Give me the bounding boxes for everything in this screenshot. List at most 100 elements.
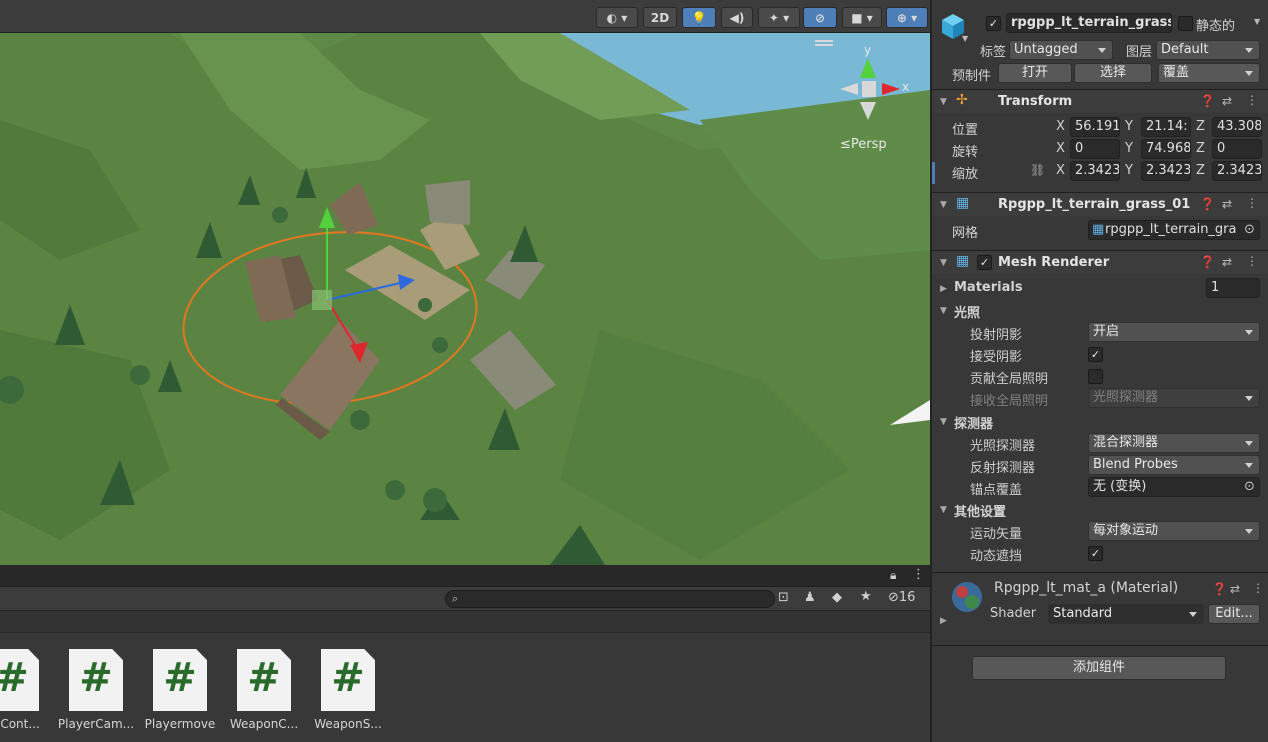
rotation-z-field[interactable]: 0: [1212, 139, 1262, 159]
2d-toggle[interactable]: 2D: [643, 7, 677, 28]
foldout-icon[interactable]: ▼: [940, 97, 947, 107]
prefab-select-button[interactable]: 选择: [1074, 63, 1152, 83]
shading-mode-button[interactable]: ◐ ▾: [596, 7, 638, 28]
materials-foldout-icon[interactable]: ▶: [940, 284, 947, 294]
visibility-toggle[interactable]: ⊘: [803, 7, 837, 28]
icon-dropdown-icon[interactable]: ▼: [962, 34, 968, 43]
asset-name: WeaponS...: [314, 717, 382, 731]
type-filter-icon[interactable]: ♟: [804, 590, 816, 605]
light-probes-dropdown[interactable]: 混合探测器: [1088, 433, 1260, 453]
shader-dropdown[interactable]: Standard: [1048, 604, 1204, 624]
asset-name: Playermove: [144, 717, 216, 731]
favorite-star-icon[interactable]: ★: [860, 589, 872, 604]
asset-item[interactable]: # PlayerCam...: [54, 649, 138, 731]
asset-item[interactable]: # Playermove: [138, 649, 222, 731]
object-name-field[interactable]: rpgpp_lt_terrain_grass_: [1006, 13, 1172, 33]
search-input[interactable]: ⌕: [445, 590, 775, 608]
lighting-section: 光照: [954, 306, 981, 321]
probes-foldout-icon[interactable]: ▼: [940, 417, 947, 427]
position-z-field[interactable]: 43.308: [1212, 117, 1262, 137]
rotation-y-field[interactable]: 74.968: [1141, 139, 1191, 159]
add-component-button[interactable]: 添加组件: [972, 656, 1226, 680]
lock-icon[interactable]: 🔒︎: [890, 568, 896, 583]
mesh-renderer-title: Mesh Renderer: [998, 255, 1110, 270]
constrain-proportions-icon[interactable]: ⛓: [1030, 163, 1045, 177]
prefab-open-button[interactable]: 打开: [998, 63, 1072, 83]
asset-item[interactable]: # WeaponS...: [306, 649, 390, 731]
search-icon: ⌕: [452, 592, 459, 605]
transform-icon: ✢: [956, 92, 968, 108]
asset-item[interactable]: # WeaponC...: [222, 649, 306, 731]
dynamic-occlusion-checkbox[interactable]: ✓: [1088, 546, 1103, 561]
effects-button[interactable]: ✦ ▾: [758, 7, 800, 28]
object-picker-icon[interactable]: ⊙: [1244, 222, 1255, 237]
label-filter-icon[interactable]: ◆: [832, 590, 842, 605]
scale-x-field[interactable]: 2.3423: [1070, 161, 1120, 181]
preset-icon[interactable]: ⇄: [1222, 94, 1232, 108]
shader-edit-button[interactable]: Edit...: [1208, 604, 1260, 624]
receive-shadows-checkbox[interactable]: ✓: [1088, 347, 1103, 362]
position-y-field[interactable]: 21.14:: [1141, 117, 1191, 137]
anchor-override-label: 锚点覆盖: [970, 483, 1023, 498]
lighting-toggle[interactable]: 💡: [682, 7, 716, 28]
preset-icon[interactable]: ⇄: [1230, 582, 1240, 596]
mesh-renderer-enabled-checkbox[interactable]: ✓: [977, 255, 992, 270]
cast-shadows-dropdown[interactable]: 开启: [1088, 322, 1260, 342]
more-menu-icon[interactable]: ⋮: [1252, 581, 1264, 595]
anchor-override-field[interactable]: 无 (变换): [1088, 477, 1260, 497]
csharp-script-icon: #: [321, 649, 375, 711]
more-menu-icon[interactable]: ⋮: [1246, 93, 1258, 107]
motion-vectors-dropdown[interactable]: 每对象运动: [1088, 521, 1260, 541]
gizmos-button[interactable]: ⊕ ▾: [886, 7, 928, 28]
static-checkbox[interactable]: [1178, 16, 1193, 31]
mesh-object-field[interactable]: ▦ rpgpp_lt_terrain_gra: [1088, 220, 1260, 240]
layer-label: 图层: [1126, 45, 1153, 60]
search-filter-icon[interactable]: ⊡: [778, 590, 789, 605]
help-icon[interactable]: ❓: [1200, 197, 1215, 211]
materials-count-field[interactable]: 1: [1206, 278, 1260, 298]
more-menu-icon[interactable]: ⋮: [1246, 196, 1258, 210]
position-x-field[interactable]: 56.191: [1070, 117, 1120, 137]
scale-y-field[interactable]: 2.3423: [1141, 161, 1191, 181]
csharp-script-icon: #: [69, 649, 123, 711]
foldout-icon[interactable]: ▼: [940, 258, 947, 268]
more-menu-icon[interactable]: ⋮: [1246, 254, 1258, 268]
mesh-filter-header[interactable]: ▼ ▦ Rpgpp_lt_terrain_grass_01 (I ❓ ⇄ ⋮: [932, 192, 1268, 216]
axis-z-label: Z: [1196, 141, 1205, 156]
material-foldout-icon[interactable]: ▶: [940, 616, 947, 626]
layer-dropdown[interactable]: Default: [1156, 40, 1260, 60]
prefab-overrides-dropdown[interactable]: 覆盖: [1158, 63, 1260, 83]
tag-dropdown[interactable]: Untagged: [1009, 40, 1113, 60]
eye-slash-icon: ⊘: [888, 590, 899, 605]
scene-toolbar: ◐ ▾ 2D 💡 ◀) ✦ ▾ ⊘ ■ ▾ ⊕ ▾: [0, 0, 930, 33]
preset-icon[interactable]: ⇄: [1222, 197, 1232, 211]
scene-view[interactable]: y x ≤Persp ◐ ▾ 2D 💡 ◀) ✦ ▾ ⊘ ■ ▾ ⊕ ▾: [0, 0, 930, 565]
transform-header[interactable]: ▼ ✢ Transform ❓ ⇄ ⋮: [932, 89, 1268, 113]
foldout-icon[interactable]: ▼: [940, 200, 947, 210]
reflection-probes-dropdown[interactable]: Blend Probes: [1088, 455, 1260, 475]
lighting-foldout-icon[interactable]: ▼: [940, 306, 947, 316]
axis-z-label: Z: [1196, 163, 1205, 178]
preset-icon[interactable]: ⇄: [1222, 255, 1232, 269]
audio-toggle[interactable]: ◀): [721, 7, 753, 28]
additional-settings-foldout-icon[interactable]: ▼: [940, 505, 947, 515]
help-icon[interactable]: ❓: [1212, 582, 1227, 596]
hidden-count: 16: [898, 590, 916, 605]
help-icon[interactable]: ❓: [1200, 255, 1215, 269]
more-menu-icon[interactable]: ⋮: [912, 567, 925, 582]
hidden-packages-toggle[interactable]: ⊘16: [888, 590, 915, 605]
scene-render[interactable]: [0, 0, 930, 565]
contribute-gi-checkbox[interactable]: [1088, 369, 1103, 384]
help-icon[interactable]: ❓: [1200, 94, 1215, 108]
perspective-toggle[interactable]: ≤Persp: [840, 137, 887, 152]
scale-z-field[interactable]: 2.3423: [1212, 161, 1262, 181]
camera-button[interactable]: ■ ▾: [842, 7, 882, 28]
rotation-x-field[interactable]: 0: [1070, 139, 1120, 159]
mesh-renderer-header[interactable]: ▼ ▦ ✓ Mesh Renderer ❓ ⇄ ⋮: [932, 250, 1268, 274]
camera-icon: ■ ▾: [851, 10, 873, 25]
axis-x-label: X: [1056, 141, 1065, 156]
object-picker-icon[interactable]: ⊙: [1244, 479, 1255, 494]
static-dropdown-icon[interactable]: ▼: [1254, 17, 1260, 26]
asset-item[interactable]: # sicCont...: [0, 649, 54, 731]
active-checkbox[interactable]: ✓: [986, 16, 1001, 31]
